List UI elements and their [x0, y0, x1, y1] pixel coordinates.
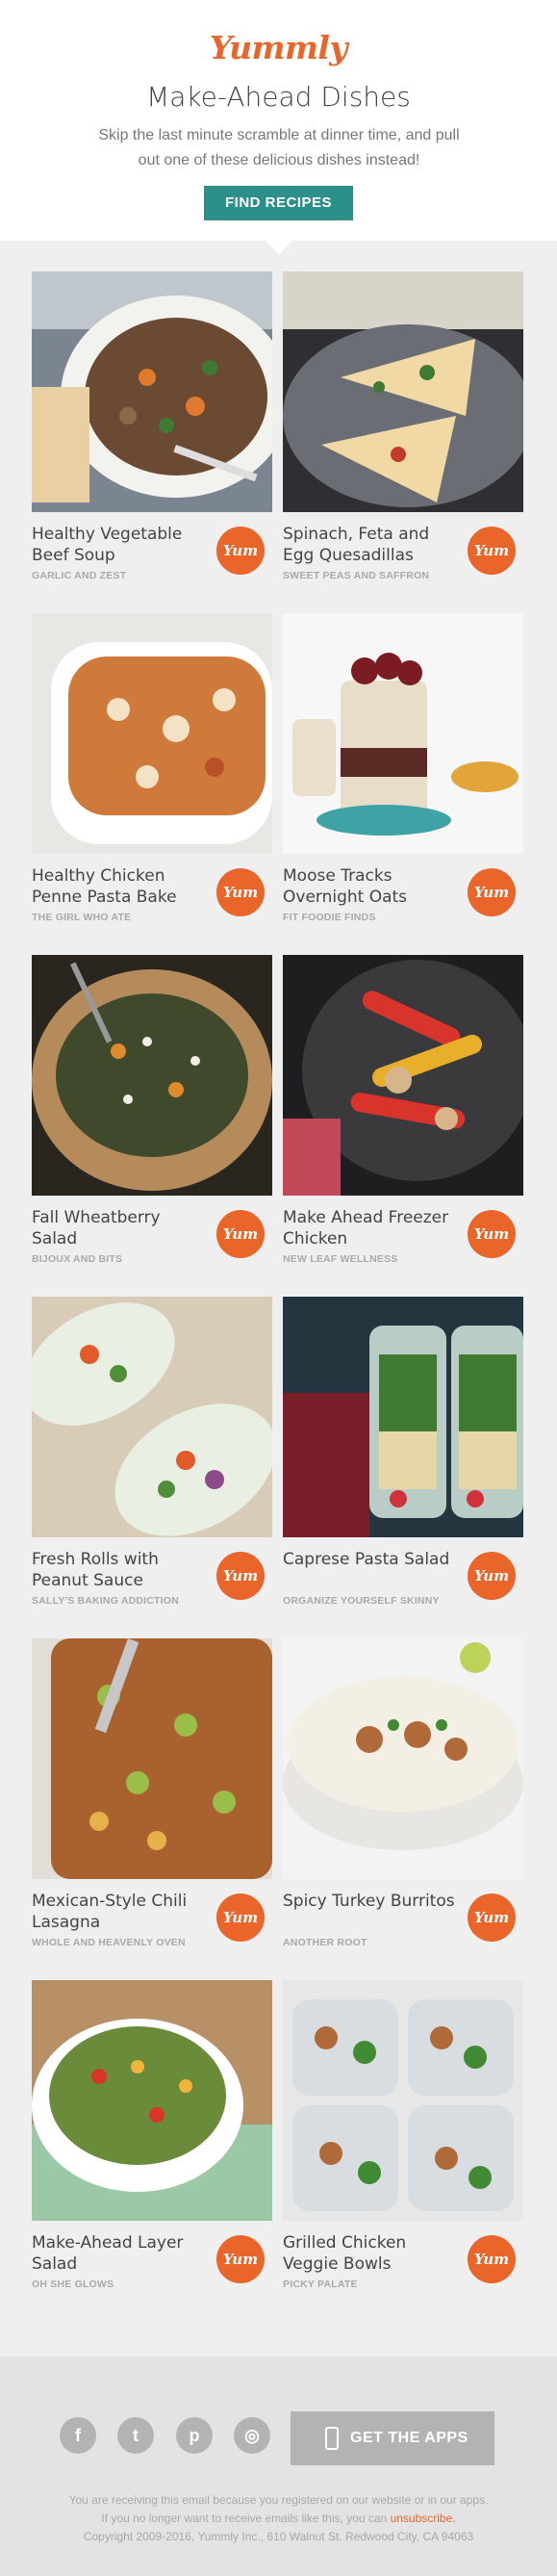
recipe-grid: Healthy Vegetable Beef Soup GARLIC AND ZE…	[0, 241, 557, 2357]
unsubscribe-prefix: If you no longer want to receive emails …	[101, 2512, 388, 2525]
yum-button[interactable]: Yum	[216, 527, 265, 575]
get-the-apps-button[interactable]: GET THE APPS	[291, 2411, 494, 2465]
legal-line-registration: You are receiving this email because you…	[68, 2493, 489, 2507]
yum-button[interactable]: Yum	[216, 1210, 265, 1258]
recipe-image[interactable]	[283, 955, 523, 1196]
page-subtitle: Skip the last minute scramble at dinner …	[98, 127, 460, 168]
yum-button[interactable]: Yum	[216, 1552, 265, 1600]
yum-button[interactable]: Yum	[216, 2235, 265, 2283]
recipe-title[interactable]: Make-Ahead Layer Salad	[32, 2232, 207, 2275]
recipe-source: ANOTHER ROOT	[283, 1937, 367, 1948]
recipe-image[interactable]	[283, 613, 523, 854]
recipe-image[interactable]	[32, 955, 272, 1196]
yum-button[interactable]: Yum	[468, 1552, 516, 1600]
legal-line-unsubscribe: If you no longer want to receive emails …	[19, 2510, 538, 2528]
recipe-title[interactable]: Healthy Vegetable Beef Soup	[32, 524, 207, 566]
recipe-card[interactable]: Healthy Chicken Penne Pasta Bake THE GIRL…	[32, 613, 272, 940]
recipe-card[interactable]: Fresh Rolls with Peanut Sauce SALLY'S BAK…	[32, 1297, 272, 1624]
recipe-card[interactable]: Spinach, Feta and Egg Quesadillas SWEET P…	[283, 271, 523, 599]
recipe-card[interactable]: Healthy Vegetable Beef Soup GARLIC AND ZE…	[32, 271, 272, 599]
recipe-source: FIT FOODIE FINDS	[283, 912, 376, 923]
recipe-image[interactable]	[32, 1980, 272, 2221]
recipe-card[interactable]: Make Ahead Freezer Chicken NEW LEAF WELLN…	[283, 955, 523, 1282]
yum-button[interactable]: Yum	[468, 868, 516, 916]
yummly-logo[interactable]: Yummly	[0, 29, 557, 66]
recipe-source: THE GIRL WHO ATE	[32, 912, 132, 923]
recipe-source: BIJOUX AND BITS	[32, 1253, 123, 1265]
recipe-image[interactable]	[32, 1297, 272, 1537]
get-the-apps-label: GET THE APPS	[350, 2430, 468, 2446]
email-header: Yummly Make-Ahead Dishes Skip the last m…	[0, 0, 557, 241]
yum-button[interactable]: Yum	[468, 1893, 516, 1942]
recipe-image[interactable]	[32, 271, 272, 512]
recipe-card[interactable]: Fall Wheatberry Salad BIJOUX AND BITS Yum	[32, 955, 272, 1282]
recipe-source: OH SHE GLOWS	[32, 2279, 114, 2290]
recipe-source: NEW LEAF WELLNESS	[283, 1253, 398, 1265]
recipe-title[interactable]: Fall Wheatberry Salad	[32, 1207, 207, 1249]
recipe-source: GARLIC AND ZEST	[32, 570, 127, 581]
recipe-title[interactable]: Spinach, Feta and Egg Quesadillas	[283, 524, 458, 566]
recipe-title[interactable]: Moose Tracks Overnight Oats	[283, 865, 458, 908]
recipe-image[interactable]	[32, 613, 272, 854]
recipe-card[interactable]: Grilled Chicken Veggie Bowls PICKY PALATE…	[283, 1980, 523, 2307]
recipe-card[interactable]: Make-Ahead Layer Salad OH SHE GLOWS Yum	[32, 1980, 272, 2307]
recipe-source: SWEET PEAS AND SAFFRON	[283, 570, 430, 581]
recipe-title[interactable]: Make Ahead Freezer Chicken	[283, 1207, 458, 1249]
recipe-title[interactable]: Caprese Pasta Salad	[283, 1549, 458, 1570]
recipe-source: ORGANIZE YOURSELF SKINNY	[283, 1595, 440, 1607]
yum-button[interactable]: Yum	[468, 2235, 516, 2283]
yum-button[interactable]: Yum	[468, 527, 516, 575]
pinterest-icon[interactable]: p	[176, 2417, 213, 2454]
recipe-title[interactable]: Fresh Rolls with Peanut Sauce	[32, 1549, 207, 1591]
recipe-title[interactable]: Mexican-Style Chili Lasagna	[32, 1891, 207, 1933]
instagram-icon[interactable]: ◎	[234, 2417, 270, 2454]
facebook-icon[interactable]: f	[60, 2417, 96, 2454]
recipe-image[interactable]	[32, 1638, 272, 1879]
phone-icon	[325, 2427, 339, 2450]
recipe-image[interactable]	[283, 1980, 523, 2221]
recipe-title[interactable]: Healthy Chicken Penne Pasta Bake	[32, 865, 207, 908]
recipe-source: PICKY PALATE	[283, 2279, 358, 2290]
unsubscribe-link[interactable]: unsubscribe.	[391, 2512, 456, 2525]
email-footer: f t p ◎ GET THE APPS You are receiving t…	[0, 2357, 557, 2576]
recipe-image[interactable]	[283, 1297, 523, 1537]
footer-panel: f t p ◎ GET THE APPS You are receiving t…	[0, 2357, 557, 2576]
recipe-source: SALLY'S BAKING ADDICTION	[32, 1595, 179, 1607]
recipe-title[interactable]: Grilled Chicken Veggie Bowls	[283, 2232, 458, 2275]
page-title: Make-Ahead Dishes	[146, 81, 411, 113]
recipe-card[interactable]: Spicy Turkey Burritos ANOTHER ROOT Yum	[283, 1638, 523, 1966]
recipe-image[interactable]	[283, 271, 523, 512]
find-recipes-button[interactable]: FIND RECIPES	[204, 186, 353, 220]
recipe-image[interactable]	[283, 1638, 523, 1879]
yum-button[interactable]: Yum	[468, 1210, 516, 1258]
yum-button[interactable]: Yum	[216, 868, 265, 916]
recipe-card[interactable]: Moose Tracks Overnight Oats FIT FOODIE FI…	[283, 613, 523, 940]
recipe-source: WHOLE AND HEAVENLY OVEN	[32, 1937, 186, 1948]
recipe-card[interactable]: Mexican-Style Chili Lasagna WHOLE AND HEA…	[32, 1638, 272, 1966]
recipe-card[interactable]: Caprese Pasta Salad ORGANIZE YOURSELF SKI…	[283, 1297, 523, 1624]
yum-button[interactable]: Yum	[216, 1893, 265, 1942]
copyright-text: Copyright 2009-2016, Yummly Inc., 610 Wa…	[83, 2530, 474, 2543]
twitter-icon[interactable]: t	[117, 2417, 154, 2454]
recipe-title[interactable]: Spicy Turkey Burritos	[283, 1891, 458, 1912]
